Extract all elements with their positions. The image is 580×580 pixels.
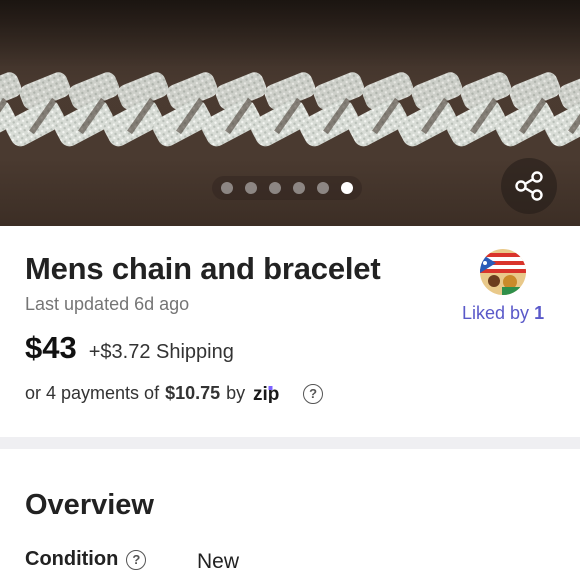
pager-dot[interactable]	[317, 182, 329, 194]
pager-dot[interactable]	[269, 182, 281, 194]
shipping-cost: +$3.72 Shipping	[88, 341, 234, 363]
product-image[interactable]	[0, 0, 580, 226]
liked-by-label: Liked by	[462, 303, 530, 323]
image-pager[interactable]	[212, 176, 362, 200]
pager-dot[interactable]	[245, 182, 257, 194]
installment-prefix: or 4 payments of	[25, 383, 160, 403]
condition-value: New	[197, 550, 240, 573]
avatar-image	[480, 249, 526, 295]
overview-heading: Overview	[25, 489, 154, 521]
price-row: $43 +$3.72 Shipping	[25, 330, 234, 366]
pager-dot[interactable]	[293, 182, 305, 194]
liked-by[interactable]: Liked by 1	[462, 303, 544, 324]
installment-by: by	[226, 383, 246, 403]
pager-dot[interactable]	[221, 182, 233, 194]
zip-logo-mark: zip	[253, 385, 279, 403]
last-updated: Last updated 6d ago	[25, 294, 190, 314]
installment-help-icon[interactable]: ?	[303, 383, 324, 404]
share-button[interactable]	[501, 158, 557, 214]
installment-info[interactable]: or 4 payments of $10.75 by zip ?	[25, 383, 324, 404]
price: $43	[25, 330, 77, 365]
liker-avatar[interactable]	[480, 249, 526, 295]
pager-dot[interactable]	[341, 182, 353, 194]
listing-title: Mens chain and bracelet	[25, 251, 381, 286]
condition-label: Condition	[25, 548, 119, 570]
share-icon	[515, 171, 543, 201]
condition-help-icon[interactable]: ?	[126, 549, 147, 570]
condition-row: Condition ? New	[25, 548, 239, 573]
zip-logo-text: zip	[253, 385, 279, 403]
section-divider	[0, 437, 580, 449]
installment-amount: $10.75	[165, 383, 221, 403]
zip-logo: zip	[253, 385, 301, 403]
likes-count: 1	[534, 303, 545, 323]
